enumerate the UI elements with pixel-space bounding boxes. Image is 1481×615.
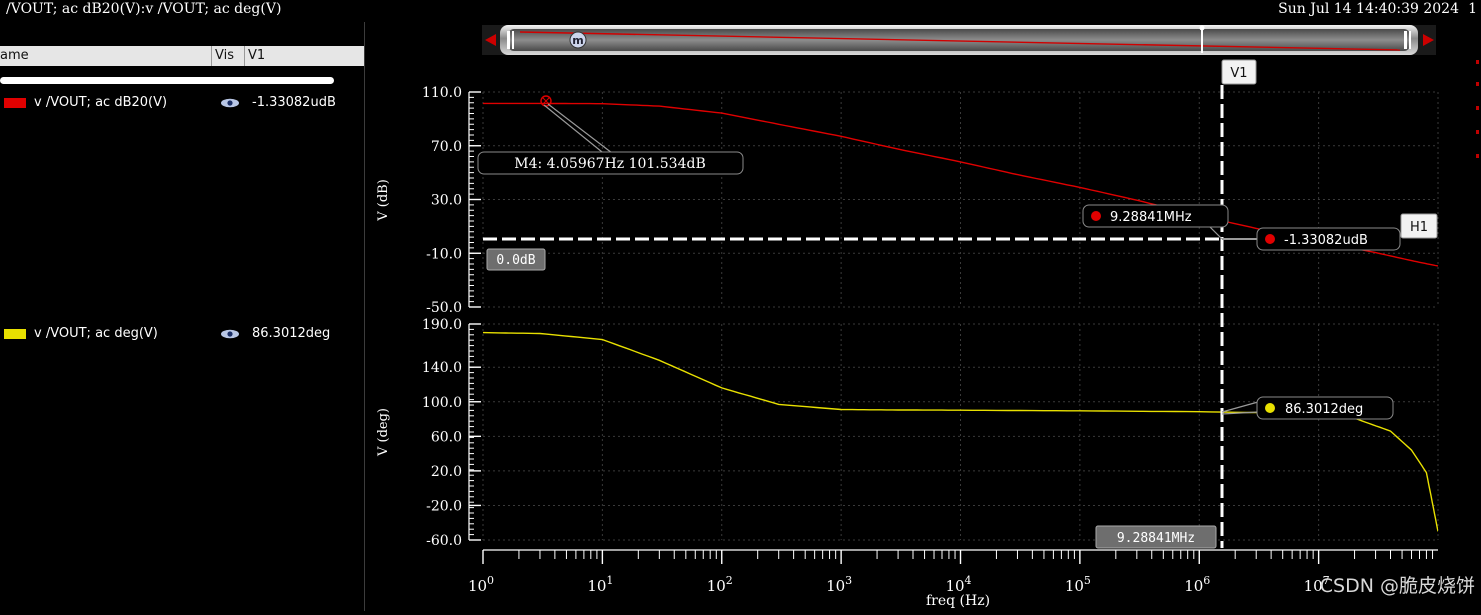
trace-row-gain[interactable]: v /VOUT; ac dB20(V) -1.33082udB	[0, 94, 364, 112]
x-tick-exponent: 0	[487, 574, 494, 587]
gain-y-axis-label: V (dB)	[376, 179, 391, 222]
phase-plot-frame[interactable]	[483, 324, 1438, 540]
phase-y-tick-label: -60.0	[426, 533, 462, 549]
phase-y-tick-label: 140.0	[422, 360, 462, 376]
scroll-left-handle[interactable]	[507, 31, 510, 49]
phase-y-axis-label: V (deg)	[376, 408, 391, 457]
x-axis-label: freq (Hz)	[926, 593, 990, 609]
scroll-right-handle[interactable]	[1404, 31, 1407, 49]
edge-marks	[1476, 60, 1479, 158]
x-tick-label: 102	[707, 574, 733, 595]
trace-value: 86.3012deg	[252, 326, 331, 341]
column-vis-header[interactable]: Vis	[215, 48, 234, 63]
phase-y-tick-label: 100.0	[422, 395, 462, 411]
eye-icon[interactable]	[220, 98, 240, 108]
phase-y-tick-label: 20.0	[431, 464, 462, 480]
trace-color-swatch[interactable]	[4, 98, 26, 108]
gain-y-tick-label: 110.0	[422, 85, 462, 101]
gain-y-tick-label: 70.0	[431, 139, 462, 155]
freq-readout-label: 9.28841MHz	[1117, 531, 1195, 546]
phase-value-label: 86.3012deg	[1285, 402, 1363, 417]
phase-y-tick-label: -20.0	[426, 498, 462, 514]
eye-icon[interactable]	[220, 329, 240, 339]
phase-value-dot-icon	[1265, 403, 1275, 413]
x-tick-base: 10	[1184, 577, 1203, 595]
cursor-v1-label: V1	[1230, 66, 1247, 81]
trace-value: -1.33082udB	[252, 95, 336, 110]
waveform-plot-area: m 110.0 70.0 30.0 -10.0 -50.0 190.0 140.0 100.…	[365, 22, 1481, 611]
trace-table-header: ame Vis V1	[0, 46, 364, 66]
gain-y-tick-label: 30.0	[431, 193, 462, 209]
zoom-scrollbar[interactable]: m	[482, 25, 1436, 55]
phase-y-axis: 190.0 140.0 100.0 60.0 20.0 -20.0 -60.0	[422, 317, 481, 549]
gain-y-tick-label: -50.0	[426, 300, 462, 316]
cursor-h1-tag[interactable]: H1	[1400, 213, 1438, 239]
x-tick-exponent: 3	[845, 574, 852, 587]
trace-name: v /VOUT; ac deg(V)	[34, 326, 158, 341]
x-tick-base: 10	[587, 577, 606, 595]
v1-freq-readout: 9.28841MHz	[1095, 525, 1217, 549]
window-title: /VOUT; ac dB20(V):v /VOUT; ac deg(V)	[6, 1, 282, 17]
x-tick-base: 10	[1065, 577, 1084, 595]
x-tick-exponent: 4	[965, 574, 972, 587]
gain-dot-icon	[1091, 211, 1101, 221]
timestamp: Sun Jul 14 14:40:39 2024	[1278, 1, 1459, 17]
h1-value-readout: 0.0dB	[486, 248, 546, 271]
title-bar: /VOUT; ac dB20(V):v /VOUT; ac deg(V) Sun…	[0, 0, 1481, 22]
horizontal-scrollbar[interactable]	[0, 77, 334, 84]
x-tick-label: 100	[468, 574, 494, 595]
column-divider[interactable]	[211, 46, 212, 66]
x-tick-exponent: 5	[1084, 574, 1091, 587]
zero-db-label: 0.0dB	[496, 253, 535, 268]
cursor-h1-label: H1	[1410, 220, 1428, 235]
x-tick-base: 10	[707, 577, 726, 595]
x-tick-base: 10	[826, 577, 845, 595]
gain-value-label: -1.33082udB	[1284, 233, 1368, 248]
marker-tag-label: m	[572, 34, 583, 47]
cursor-v1-tag[interactable]: V1	[1221, 59, 1257, 85]
trace-browser-panel: ame Vis V1 v /VOUT; ac dB20(V) -1.33082u…	[0, 22, 365, 611]
phase-y-tick-label: 190.0	[422, 317, 462, 333]
trace-row-phase[interactable]: v /VOUT; ac deg(V) 86.3012deg	[0, 325, 364, 343]
x-tick-label: 101	[587, 574, 613, 595]
x-tick-base: 10	[468, 577, 487, 595]
page-number: 1	[1468, 1, 1477, 17]
watermark-text: CSDN @脆皮烧饼	[1320, 575, 1475, 597]
bode-plot-svg: m 110.070.030.0-10.0-50.0 190.0140.0100.…	[376, 25, 1479, 609]
x-tick-label: 105	[1065, 574, 1091, 595]
gain-freq-label: 9.28841MHz	[1110, 210, 1192, 225]
phase-y-tick-label: 60.0	[431, 429, 462, 445]
trace-color-swatch[interactable]	[4, 329, 26, 339]
x-tick-exponent: 6	[1203, 574, 1210, 587]
x-tick-exponent: 1	[606, 574, 613, 587]
gain-value-dot-icon	[1265, 234, 1275, 244]
x-tick-label: 106	[1184, 574, 1210, 595]
column-v1-header[interactable]: V1	[248, 48, 265, 63]
m4-label: M4: 4.05967Hz 101.534dB	[514, 156, 705, 172]
x-tick-label: 103	[826, 574, 852, 595]
x-tick-label: 104	[945, 574, 971, 595]
x-tick-exponent: 2	[726, 574, 733, 587]
column-name-header[interactable]: ame	[0, 48, 29, 63]
gain-y-tick-label: -10.0	[426, 246, 462, 262]
gain-y-axis: 110.0 70.0 30.0 -10.0 -50.0	[422, 85, 481, 316]
column-divider[interactable]	[244, 46, 245, 66]
trace-name: v /VOUT; ac dB20(V)	[34, 95, 168, 110]
frequency-x-axis: 100 101 102 103 104 105 106 107	[468, 549, 1438, 595]
